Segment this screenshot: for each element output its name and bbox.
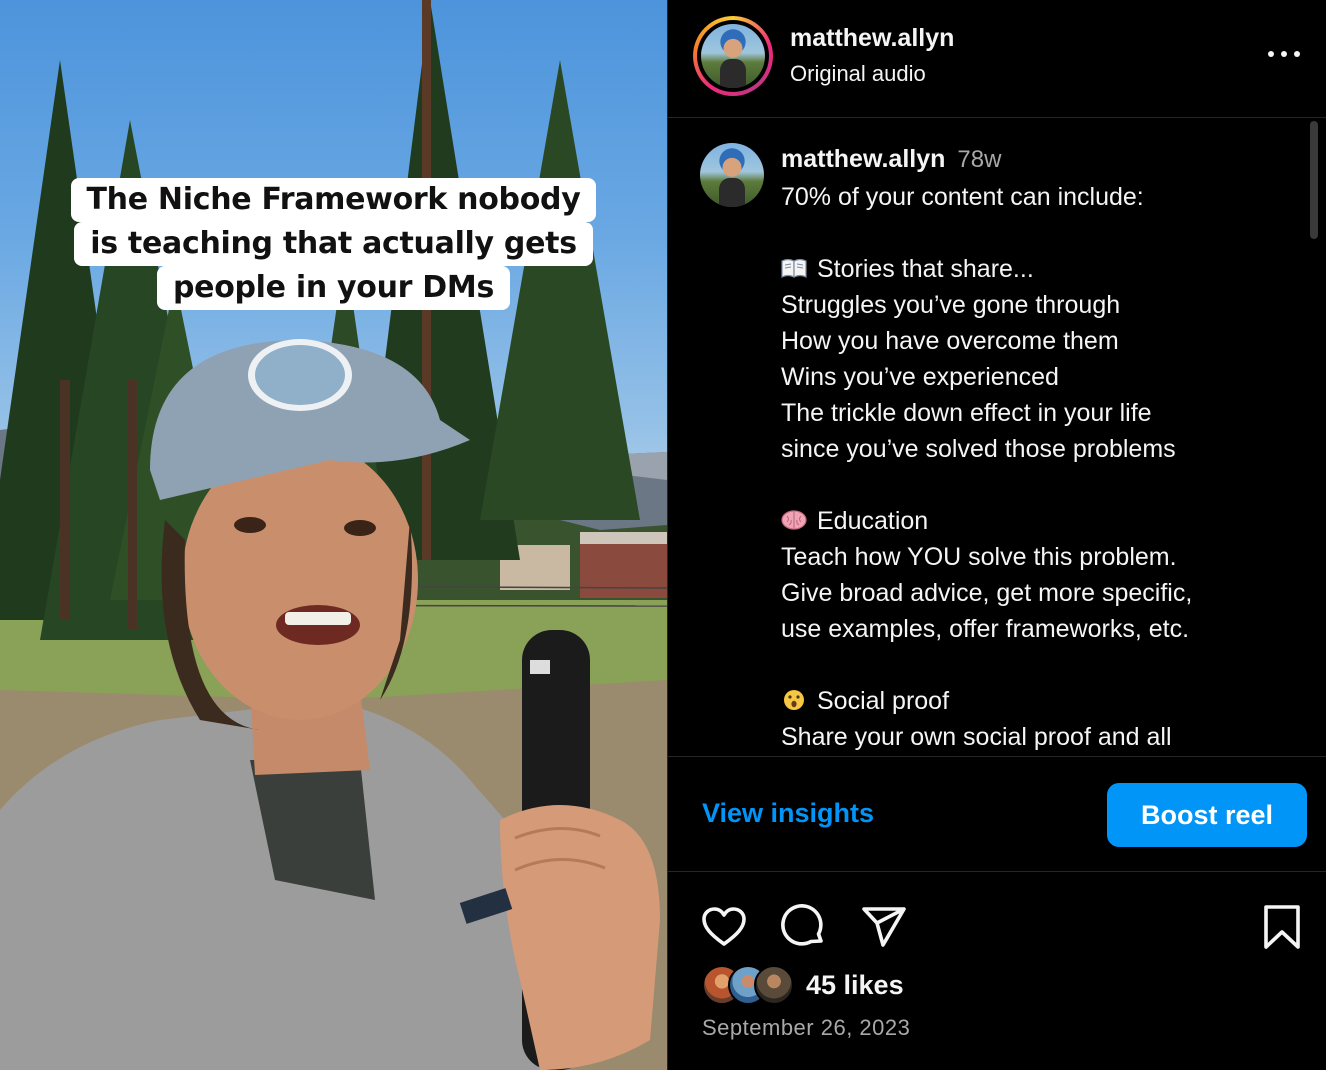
boost-reel-button[interactable]: Boost reel <box>1107 783 1307 847</box>
author-username[interactable]: matthew.allyn <box>790 24 954 53</box>
comment-icon[interactable] <box>780 903 828 951</box>
likes-count[interactable]: 45 likes <box>806 970 904 1001</box>
caption-text: 70% of your content can include: Stories… <box>781 179 1281 755</box>
caption-line: The trickle down effect in your life <box>781 399 1152 427</box>
overlay-line-2: is teaching that actually gets <box>74 222 593 266</box>
reel-video[interactable]: The Niche Framework nobody is teaching t… <box>0 0 667 1070</box>
caption-line: Share your own social proof and all <box>781 723 1172 751</box>
likes-summary[interactable]: 45 likes <box>702 965 904 1005</box>
overlay-line-3: people in your DMs <box>156 266 511 310</box>
astonished-face-emoji <box>784 690 804 710</box>
building <box>580 540 667 598</box>
caption-scrollbar[interactable] <box>1308 121 1320 755</box>
avatar[interactable] <box>701 24 765 88</box>
caption-line: Social proof <box>781 683 1281 719</box>
scrollbar-thumb[interactable] <box>1310 121 1318 239</box>
post-sidebar: matthew.allyn Original audio matthew.all… <box>667 0 1326 1070</box>
caption-line: Education <box>781 503 1281 539</box>
caption-line: Struggles you’ve gone through <box>781 291 1121 319</box>
caption-username[interactable]: matthew.allyn <box>781 145 945 173</box>
video-frame <box>0 0 667 1070</box>
liker-avatar[interactable] <box>754 965 794 1005</box>
caption-line: 70% of your content can include: <box>781 183 1144 211</box>
post-header: matthew.allyn Original audio <box>668 0 1326 118</box>
video-caption-overlay: The Niche Framework nobody is teaching t… <box>0 178 667 310</box>
caption-line: Wins you’ve experienced <box>781 363 1059 391</box>
post-actions: 45 likes September 26, 2023 <box>668 873 1326 1070</box>
heart-icon[interactable] <box>700 903 748 951</box>
view-insights-link[interactable]: View insights <box>702 798 874 829</box>
story-ring[interactable] <box>693 16 773 96</box>
caption-avatar[interactable] <box>700 143 764 207</box>
open-book-emoji <box>781 258 807 278</box>
caption-line: Stories that share... <box>781 251 1281 287</box>
brain-emoji <box>781 510 807 530</box>
caption-line: Teach how YOU solve this problem. <box>781 543 1177 571</box>
caption-line: How you have overcome them <box>781 327 1119 355</box>
overlay-line-1: The Niche Framework nobody <box>70 178 597 222</box>
caption-line: use examples, offer frameworks, etc. <box>781 615 1190 643</box>
audio-link[interactable]: Original audio <box>790 61 926 87</box>
more-horizontal-icon[interactable] <box>1264 40 1304 68</box>
bookmark-icon[interactable] <box>1258 903 1306 951</box>
caption-header: matthew.allyn 78w <box>781 145 1001 174</box>
post-date[interactable]: September 26, 2023 <box>702 1015 910 1041</box>
share-icon[interactable] <box>860 903 908 951</box>
caption-scroll-area[interactable]: matthew.allyn 78w 70% of your content can… <box>668 119 1326 757</box>
caption-timestamp[interactable]: 78w <box>957 146 1001 173</box>
caption-line: since you’ve solved those problems <box>781 435 1176 463</box>
caption-line: Give broad advice, get more specific, <box>781 579 1193 607</box>
insights-bar: View insights Boost reel <box>668 758 1326 872</box>
